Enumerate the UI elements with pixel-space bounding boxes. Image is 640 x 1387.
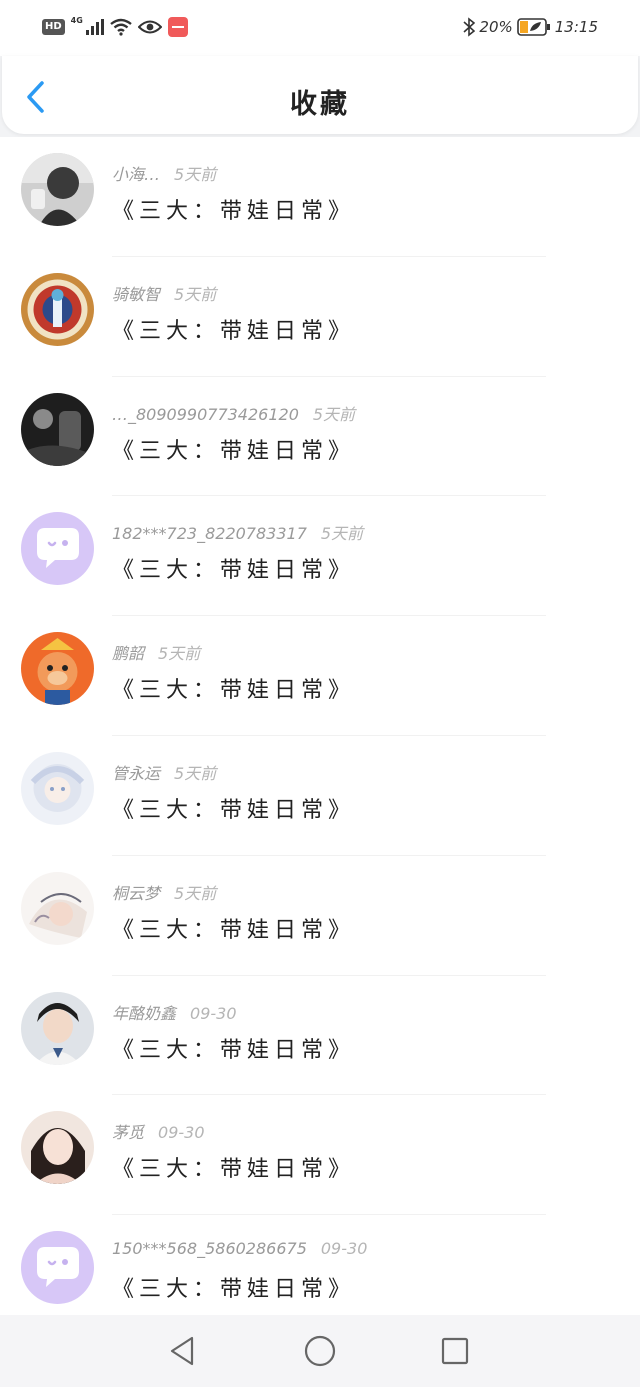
list-item[interactable]: 骑敏智 5天前 《三大：带娃日常》 (0, 257, 640, 377)
default-chat-icon (21, 512, 94, 586)
username[interactable]: 骑敏智 (112, 285, 160, 304)
avatar-image (21, 632, 94, 706)
timestamp: 5天前 (174, 763, 217, 783)
username[interactable]: 管永运 (112, 764, 160, 783)
list-item[interactable]: 182***723_8220783317 5天前 《三大：带娃日常》 (0, 496, 640, 617)
eye-icon (137, 20, 162, 34)
timestamp: 09-30 (190, 1003, 237, 1023)
avatar[interactable] (21, 272, 94, 346)
username[interactable]: 年酪奶鑫 (112, 1004, 176, 1023)
nav-recents-icon (441, 1337, 469, 1365)
avatar[interactable] (21, 392, 94, 466)
wifi-icon (110, 18, 132, 36)
username[interactable]: 鹏韶 (112, 644, 144, 663)
favorite-title[interactable]: 《三大：带娃日常》 (112, 672, 355, 704)
avatar[interactable] (21, 512, 94, 586)
avatar-image (21, 392, 94, 466)
nav-home-button[interactable] (302, 1333, 338, 1369)
nav-recents-button[interactable] (437, 1333, 473, 1369)
favorite-title[interactable]: 《三大：带娃日常》 (112, 1151, 355, 1183)
item-meta: 小海… 5天前 (112, 161, 216, 185)
username[interactable]: 150***568_5860286675 (112, 1239, 307, 1258)
list-item[interactable]: 鹏韶 5天前 《三大：带娃日常》 (0, 616, 640, 736)
list-item[interactable]: 150***568_5860286675 09-30 《三大：带娃日常》 (0, 1215, 640, 1315)
avatar-image (21, 1111, 94, 1185)
item-meta: 茅觅 09-30 (112, 1119, 205, 1143)
item-meta: 182***723_8220783317 5天前 (112, 520, 363, 544)
status-right: 20% 13:15 (463, 15, 598, 39)
hd-badge: HD (42, 19, 65, 35)
timestamp: 5天前 (174, 165, 217, 184)
username[interactable]: 小海… (112, 165, 160, 184)
favorite-title[interactable]: 《三大：带娃日常》 (112, 193, 355, 225)
avatar-image (21, 751, 94, 825)
timestamp: 5天前 (174, 883, 217, 903)
avatar[interactable] (21, 632, 94, 706)
favorite-title[interactable]: 《三大：带娃日常》 (112, 1032, 355, 1064)
favorite-title[interactable]: 《三大：带娃日常》 (112, 792, 355, 824)
favorites-list[interactable]: 小海… 5天前 《三大：带娃日常》 骑敏智 5天前 《三大：带娃日常》 …_80… (0, 137, 640, 1315)
item-meta: 年酪奶鑫 09-30 (112, 1000, 237, 1024)
avatar[interactable] (21, 1111, 94, 1185)
favorite-title[interactable]: 《三大：带娃日常》 (112, 433, 355, 465)
avatar[interactable] (21, 1231, 94, 1305)
favorite-title[interactable]: 《三大：带娃日常》 (112, 313, 355, 345)
avatar-image (21, 991, 94, 1065)
item-meta: …_8090990773426120 5天前 (112, 401, 355, 425)
app-notification-icon (167, 17, 188, 37)
list-item[interactable]: 茅觅 09-30 《三大：带娃日常》 (0, 1095, 640, 1216)
favorite-title[interactable]: 《三大：带娃日常》 (112, 912, 355, 944)
favorite-title[interactable]: 《三大：带娃日常》 (112, 552, 355, 584)
battery-icon (516, 18, 550, 36)
item-meta: 管永运 5天前 (112, 760, 216, 784)
status-bar: HD 4G 20% 13:15 (0, 0, 640, 56)
list-item[interactable]: 管永运 5天前 《三大：带娃日常》 (0, 736, 640, 856)
timestamp: 5天前 (312, 404, 356, 424)
avatar-image (21, 871, 94, 945)
timestamp: 5天前 (174, 284, 217, 304)
avatar[interactable] (21, 751, 94, 825)
timestamp: 5天前 (158, 644, 201, 664)
nav-home-icon (304, 1335, 336, 1367)
item-meta: 骑敏智 5天前 (112, 281, 216, 305)
item-meta: 150***568_5860286675 09-30 (112, 1239, 367, 1258)
clock: 13:15 (554, 18, 598, 36)
avatar[interactable] (21, 991, 94, 1065)
nav-back-button[interactable] (164, 1333, 200, 1369)
avatar[interactable] (21, 153, 94, 226)
item-meta: 桐云梦 5天前 (112, 880, 216, 904)
list-item[interactable]: 小海… 5天前 《三大：带娃日常》 (0, 137, 640, 257)
list-item[interactable]: 年酪奶鑫 09-30 《三大：带娃日常》 (0, 976, 640, 1096)
avatar-image (21, 153, 94, 226)
page-title: 收藏 (290, 89, 350, 120)
favorite-title[interactable]: 《三大：带娃日常》 (112, 1271, 355, 1303)
battery-percent: 20% (479, 18, 513, 36)
list-item[interactable]: …_8090990773426120 5天前 《三大：带娃日常》 (0, 377, 640, 497)
header-bar: 收藏 (2, 56, 638, 134)
nav-back-icon (170, 1336, 194, 1366)
signal-icon (85, 19, 104, 35)
network-type: 4G (70, 16, 83, 25)
username[interactable]: 桐云梦 (112, 884, 160, 903)
username[interactable]: …_8090990773426120 (112, 405, 299, 424)
avatar[interactable] (21, 871, 94, 945)
username[interactable]: 182***723_8220783317 (112, 524, 307, 543)
status-left: HD 4G (42, 15, 188, 39)
timestamp: 09-30 (158, 1123, 205, 1143)
system-nav-bar (0, 1315, 640, 1387)
timestamp: 09-30 (320, 1239, 368, 1259)
bluetooth-icon (463, 17, 476, 37)
default-chat-icon (21, 1231, 94, 1305)
username[interactable]: 茅觅 (112, 1123, 144, 1142)
item-meta: 鹏韶 5天前 (112, 640, 200, 664)
list-item[interactable]: 桐云梦 5天前 《三大：带娃日常》 (0, 856, 640, 976)
avatar-image (21, 272, 94, 346)
timestamp: 5天前 (320, 524, 364, 544)
